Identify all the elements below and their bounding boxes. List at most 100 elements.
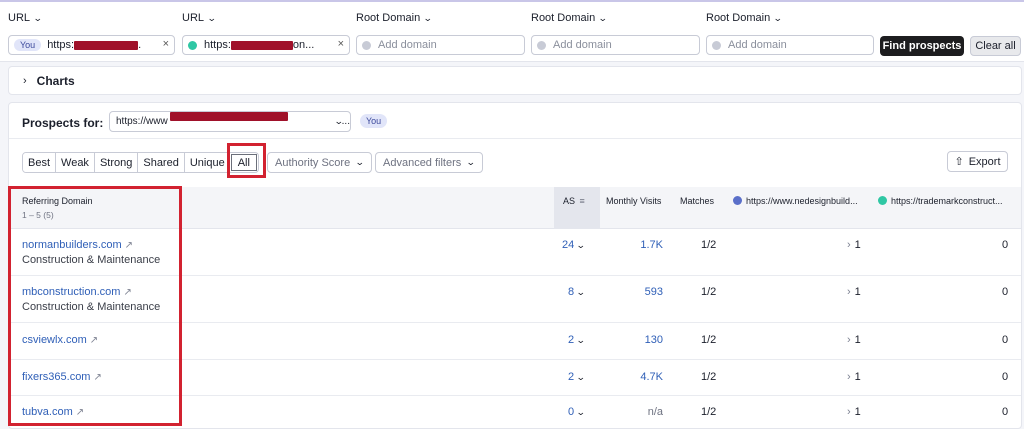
root-domain-column-selector[interactable]: Root Domain ⌄ <box>531 12 608 24</box>
url1-value: 1 <box>854 334 861 346</box>
monthly-visits[interactable]: 130 <box>619 334 663 346</box>
tab-best[interactable]: Best <box>23 153 57 172</box>
domain-input-3[interactable]: Add domain <box>706 35 874 55</box>
redaction-mark <box>74 40 139 50</box>
chevron-right-icon: › <box>847 406 851 418</box>
export-button[interactable]: ⇧ Export <box>947 151 1008 172</box>
matches-value: 1/2 <box>701 371 717 383</box>
sort-icon: ≡ <box>579 196 585 206</box>
domain-dot-icon <box>537 40 546 50</box>
url-value: https: <box>47 39 75 51</box>
chevron-right-icon: › <box>847 286 851 298</box>
url1-value: 1 <box>854 239 861 251</box>
authority-label: Authority Score <box>275 156 351 169</box>
close-icon[interactable]: × <box>338 38 344 50</box>
header-monthly-visits[interactable]: Monthly Visits <box>606 196 661 206</box>
find-prospects-button[interactable]: Find prospects <box>880 36 964 56</box>
advanced-filters-dropdown[interactable]: Advanced filters ⌄ <box>375 152 483 173</box>
close-icon[interactable]: × <box>163 38 169 50</box>
url1-count[interactable]: › 1 <box>847 406 861 418</box>
matches-value: 1/2 <box>701 406 717 418</box>
header-url1-label: https://www.nedesignbuild... <box>746 196 858 206</box>
chevron-down-icon: ⌄ <box>576 407 586 417</box>
chevron-right-icon: › <box>847 371 851 383</box>
url1-value: 1 <box>854 286 861 298</box>
as-value[interactable]: 2 ⌄ <box>568 334 586 346</box>
url2-count: 0 <box>1002 239 1009 251</box>
tab-weak[interactable]: Weak <box>56 153 95 172</box>
as-value[interactable]: 0 ⌄ <box>568 406 586 418</box>
as-number: 0 <box>568 406 575 418</box>
column-label: Root Domain <box>706 12 771 24</box>
prospects-url-start: https://www <box>116 116 168 127</box>
domain-input-1[interactable]: Add domain <box>356 35 525 55</box>
clear-all-button[interactable]: Clear all <box>970 36 1021 56</box>
url-input-2[interactable]: https: on... × <box>182 35 350 55</box>
tab-unique[interactable]: Unique <box>184 153 230 172</box>
domain-placeholder: Add domain <box>728 39 787 51</box>
you-badge: You <box>360 114 388 128</box>
url1-value: 1 <box>854 406 861 418</box>
url1-dot-icon <box>733 196 742 205</box>
header-as[interactable]: AS ≡ <box>563 196 585 206</box>
header-matches[interactable]: Matches <box>680 196 714 206</box>
as-number: 24 <box>562 239 575 251</box>
highlight-box-all-tab <box>227 143 266 178</box>
url-input-1[interactable]: You https: . × <box>8 35 175 55</box>
chevron-down-icon: ⌄ <box>334 116 345 126</box>
column-label: Root Domain <box>531 12 596 24</box>
url1-value: 1 <box>854 371 861 383</box>
prospect-type-tabs: Best Weak Strong Shared Unique All <box>22 152 259 173</box>
as-value[interactable]: 8 ⌄ <box>568 286 586 298</box>
chevron-down-icon: ⌄ <box>423 12 433 23</box>
monthly-visits: n/a <box>647 406 663 418</box>
chevron-right-icon: › <box>847 239 851 251</box>
as-value[interactable]: 24 ⌄ <box>562 239 586 251</box>
url2-count: 0 <box>1002 334 1009 346</box>
header-url2[interactable]: https://trademarkconstruct... <box>878 196 1003 206</box>
advanced-label: Advanced filters <box>383 156 462 169</box>
column-label: URL <box>8 12 31 24</box>
chevron-down-icon: ⌄ <box>576 372 586 382</box>
prospects-label: Prospects for: <box>22 116 104 130</box>
export-icon: ⇧ <box>954 156 964 168</box>
url2-count: 0 <box>1002 406 1009 418</box>
url2-dot-icon <box>188 40 197 50</box>
charts-toggle[interactable]: › Charts <box>8 66 1022 95</box>
tab-shared[interactable]: Shared <box>138 153 185 172</box>
as-number: 8 <box>568 286 575 298</box>
url-value-tail: . <box>138 39 142 51</box>
root-domain-column-selector[interactable]: Root Domain ⌄ <box>356 12 433 24</box>
authority-score-dropdown[interactable]: Authority Score ⌄ <box>267 152 372 173</box>
prospects-url-select[interactable]: https://www ... ⌄ <box>109 111 351 132</box>
url1-count[interactable]: › 1 <box>847 239 861 251</box>
chevron-down-icon: ⌄ <box>576 287 586 297</box>
chevron-down-icon: ⌄ <box>598 12 608 23</box>
domain-placeholder: Add domain <box>378 39 437 51</box>
url2-count: 0 <box>1002 286 1009 298</box>
url1-count[interactable]: › 1 <box>847 286 861 298</box>
url1-count[interactable]: › 1 <box>847 334 861 346</box>
url-column-selector[interactable]: URL ⌄ <box>182 12 217 24</box>
url2-count: 0 <box>1002 371 1009 383</box>
domain-dot-icon <box>712 40 721 50</box>
monthly-visits[interactable]: 1.7K <box>619 239 663 251</box>
url1-count[interactable]: › 1 <box>847 371 861 383</box>
column-label: Root Domain <box>356 12 421 24</box>
domain-input-2[interactable]: Add domain <box>531 35 700 55</box>
chevron-down-icon: ⌄ <box>355 157 365 167</box>
header-as-label: AS <box>563 196 576 206</box>
column-label: URL <box>182 12 205 24</box>
divider <box>9 138 1021 139</box>
as-value[interactable]: 2 ⌄ <box>568 371 586 383</box>
chevron-right-icon: › <box>23 74 27 87</box>
monthly-visits[interactable]: 4.7K <box>619 371 663 383</box>
export-label: Export <box>968 155 1001 168</box>
url-column-selector[interactable]: URL ⌄ <box>8 12 43 24</box>
chevron-right-icon: › <box>847 334 851 346</box>
root-domain-column-selector[interactable]: Root Domain ⌄ <box>706 12 783 24</box>
tab-strong[interactable]: Strong <box>94 153 139 172</box>
monthly-visits[interactable]: 593 <box>619 286 663 298</box>
domain-placeholder: Add domain <box>553 39 612 51</box>
header-url1[interactable]: https://www.nedesignbuild... <box>733 196 858 206</box>
